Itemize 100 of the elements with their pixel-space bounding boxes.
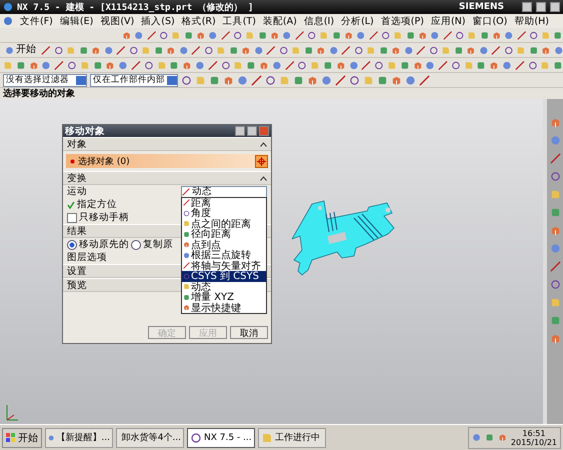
cube-icon[interactable] [316,44,326,56]
cube-icon[interactable] [91,44,100,56]
filter-dropdown[interactable]: 没有选择过滤器 [3,74,87,86]
circle-icon[interactable] [297,60,308,70]
line-icon[interactable] [266,44,276,56]
result-radio[interactable] [67,240,77,250]
collapse-button[interactable] [247,126,257,136]
line-icon[interactable] [220,30,230,40]
menu-item[interactable]: 视图(V) [100,14,134,28]
taskbar-item[interactable]: 工作进行中 [258,428,326,448]
taskbar-item[interactable]: 卸水货等4个... [116,428,184,448]
menu-item[interactable]: 格式(R) [182,14,216,28]
line-icon[interactable] [368,30,378,40]
maximize-button[interactable] [536,2,546,12]
circle-icon[interactable] [528,60,538,70]
sheet-icon[interactable] [3,60,13,70]
circle-icon[interactable] [306,30,316,40]
cube-icon[interactable] [258,60,269,70]
sphere-icon[interactable] [41,60,52,70]
menu-item[interactable]: 工具(T) [222,14,256,28]
circle-icon[interactable] [450,60,461,70]
sphere-icon[interactable] [134,30,144,40]
circle-icon[interactable] [528,30,538,40]
cube-icon[interactable] [412,60,422,70]
sphere-icon[interactable] [554,44,563,56]
sphere-icon[interactable] [550,135,560,146]
sphere-icon[interactable] [282,30,292,40]
menu-item[interactable]: 编辑(E) [60,14,94,28]
motion-type-icon[interactable] [183,241,190,248]
cube-icon[interactable] [550,333,560,344]
handle-only-checkbox[interactable] [67,212,77,222]
sphere-icon[interactable] [405,74,416,86]
sphere-icon[interactable] [104,44,113,56]
sphere-icon[interactable] [254,44,263,56]
sphere-icon[interactable] [194,60,205,70]
menu-item[interactable]: 首选项(P) [380,14,424,28]
circle-icon[interactable] [144,60,154,70]
line-icon[interactable] [208,60,218,70]
start-icon[interactable] [5,46,14,54]
sphere-icon[interactable] [425,60,436,70]
menu-item[interactable]: 应用(N) [430,14,466,28]
line-icon[interactable] [41,44,50,56]
filter-dropdown[interactable]: 仅在工作部件内部 [90,74,178,86]
chevron-up-icon[interactable] [260,176,267,180]
circle-icon[interactable] [278,44,288,56]
sphere-icon[interactable] [502,60,512,70]
motion-dropdown[interactable]: 动态 [181,186,267,198]
cube-icon[interactable] [182,60,192,70]
cube-icon[interactable] [418,30,428,40]
app-menu-icon[interactable] [3,16,13,26]
menu-item[interactable]: 装配(A) [262,14,297,28]
line-icon[interactable] [514,60,525,70]
cube-icon[interactable] [270,30,280,40]
cube-icon[interactable] [196,30,206,40]
circle-icon[interactable] [66,60,77,70]
circle-icon[interactable] [354,44,363,56]
circle-icon[interactable] [349,74,360,86]
cube-icon[interactable] [550,117,560,128]
line-icon[interactable] [361,60,372,70]
line-icon[interactable] [116,44,126,56]
circle-icon[interactable] [181,74,192,86]
cube-icon[interactable] [166,44,176,56]
circle-icon[interactable] [204,44,213,56]
circle-icon[interactable] [220,60,230,70]
cube-icon[interactable] [466,44,476,56]
line-icon[interactable] [191,44,200,56]
circle-icon[interactable] [550,279,560,290]
cube-icon[interactable] [391,44,400,56]
cube-icon[interactable] [492,30,502,40]
start-menu-button[interactable]: 开始 [3,44,38,56]
sphere-icon[interactable] [178,44,188,56]
line-icon[interactable] [341,44,350,56]
line-icon[interactable] [284,60,294,70]
menu-item[interactable]: 插入(S) [141,14,175,28]
sphere-icon[interactable] [550,243,560,254]
sphere-icon[interactable] [118,60,128,70]
result-radio[interactable] [131,240,141,250]
cube-icon[interactable] [307,74,318,86]
section-header[interactable]: 对象 [63,137,271,151]
line-icon[interactable] [54,60,64,70]
cube-icon[interactable] [344,30,354,40]
dialog-button[interactable]: 取消 [230,326,268,339]
reset-button[interactable] [235,126,245,136]
sphere-icon[interactable] [504,30,514,40]
crosshair-button[interactable] [255,154,268,168]
cube-icon[interactable] [541,44,550,56]
cube-icon[interactable] [223,74,234,86]
cube-icon[interactable] [241,44,250,56]
sphere-icon[interactable] [237,74,248,86]
circle-icon[interactable] [454,30,464,40]
line-icon[interactable] [438,60,448,70]
line-icon[interactable] [335,74,346,86]
circle-icon[interactable] [550,171,560,182]
sphere-icon[interactable] [208,30,218,40]
select-object-field[interactable]: 选择对象 (0) [66,154,268,168]
cube-icon[interactable] [391,74,402,86]
menu-item[interactable]: 帮助(H) [514,14,549,28]
menu-item[interactable]: 窗口(O) [472,14,508,28]
circle-icon[interactable] [232,30,242,40]
cube-icon[interactable] [105,60,116,70]
